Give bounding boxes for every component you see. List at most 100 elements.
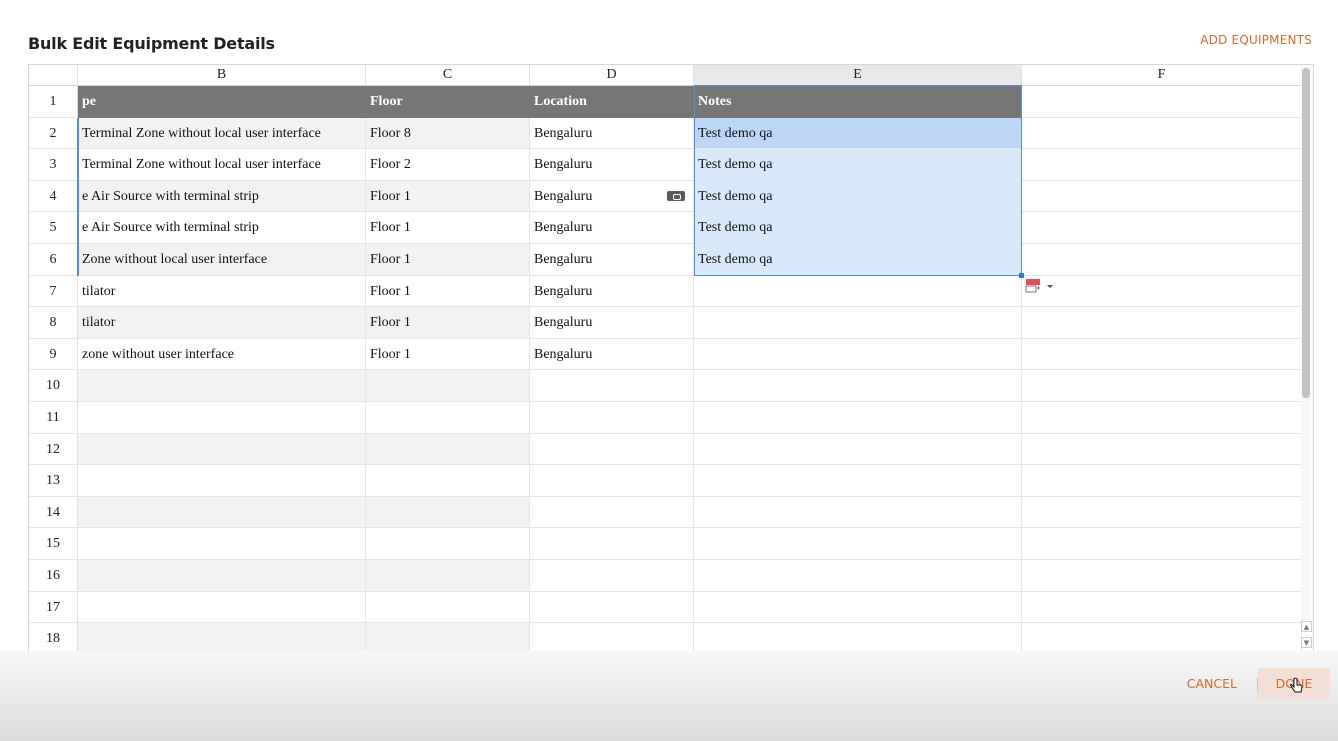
grid-cell[interactable] — [694, 433, 1022, 466]
grid-cell[interactable] — [1022, 591, 1302, 624]
paste-options-icon[interactable] — [667, 190, 685, 201]
grid-cell[interactable] — [78, 433, 366, 466]
row-header-9[interactable]: 9 — [29, 338, 78, 371]
table-cell[interactable] — [1022, 149, 1302, 181]
spreadsheet-grid[interactable]: B C D E F 1 pe Floor Location Notes 2 Terminal Zone… — [28, 64, 1314, 667]
table-cell[interactable]: Terminal Zone without local user interfa… — [78, 117, 366, 150]
row-header-5[interactable]: 5 — [29, 212, 78, 244]
grid-cell[interactable] — [78, 591, 366, 624]
grid-cell[interactable] — [366, 496, 530, 529]
grid-cell[interactable] — [366, 591, 530, 624]
grid-cell[interactable] — [694, 370, 1022, 402]
table-cell[interactable] — [1022, 212, 1302, 244]
grid-cell[interactable] — [694, 465, 1022, 497]
grid-cell[interactable] — [694, 402, 1022, 434]
table-cell[interactable]: Bengaluru — [530, 338, 694, 371]
table-cell[interactable]: Floor 1 — [366, 275, 530, 308]
table-cell[interactable]: Bengaluru — [530, 117, 694, 150]
table-cell[interactable] — [694, 275, 1022, 308]
table-cell[interactable] — [1022, 307, 1302, 339]
table-cell[interactable]: Test demo qa — [694, 212, 1022, 244]
table-cell[interactable]: Terminal Zone without local user interfa… — [78, 149, 366, 181]
grid-cell[interactable] — [366, 402, 530, 434]
column-header-e[interactable]: E — [694, 65, 1022, 86]
grid-cell[interactable] — [1022, 433, 1302, 466]
table-cell[interactable]: Floor 2 — [366, 149, 530, 181]
autofill-options-icon[interactable] — [1025, 278, 1057, 294]
grid-cell[interactable] — [694, 496, 1022, 529]
row-header-3[interactable]: 3 — [29, 149, 78, 181]
grid-cell[interactable] — [694, 528, 1022, 560]
table-cell[interactable]: Test demo qa — [694, 244, 1022, 276]
grid-cell[interactable] — [78, 402, 366, 434]
row-header-6[interactable]: 6 — [29, 244, 78, 276]
grid-cell[interactable] — [530, 433, 694, 466]
table-cell[interactable]: Bengaluru — [530, 275, 694, 308]
header-cell[interactable]: Floor — [366, 86, 530, 118]
column-header-f[interactable]: F — [1022, 65, 1302, 86]
table-cell[interactable] — [1022, 275, 1302, 308]
row-header-12[interactable]: 12 — [29, 433, 78, 466]
row-header-13[interactable]: 13 — [29, 465, 78, 497]
table-cell[interactable]: Floor 1 — [366, 212, 530, 244]
grid-cell[interactable] — [530, 465, 694, 497]
grid-cell[interactable] — [530, 560, 694, 592]
header-cell[interactable]: Notes — [694, 86, 1022, 118]
grid-cell[interactable] — [366, 370, 530, 402]
row-header-7[interactable]: 7 — [29, 275, 78, 308]
grid-cell[interactable] — [530, 402, 694, 434]
grid-cell[interactable] — [78, 496, 366, 529]
row-header-2[interactable]: 2 — [29, 117, 78, 150]
table-cell[interactable]: e Air Source with terminal strip — [78, 212, 366, 244]
table-cell[interactable]: Floor 1 — [366, 338, 530, 371]
grid-cell[interactable] — [1022, 560, 1302, 592]
table-cell[interactable]: Floor 1 — [366, 244, 530, 276]
row-header-8[interactable]: 8 — [29, 307, 78, 339]
vertical-scrollbar-thumb[interactable] — [1302, 68, 1310, 398]
header-cell[interactable]: Location — [530, 86, 694, 118]
grid-cell[interactable] — [78, 370, 366, 402]
fill-handle[interactable] — [1019, 272, 1024, 278]
grid-cell[interactable] — [1022, 465, 1302, 497]
grid-cell[interactable] — [1022, 402, 1302, 434]
table-cell[interactable]: Floor 1 — [366, 307, 530, 339]
add-equipments-button[interactable]: ADD EQUIPMENTS — [1200, 33, 1312, 47]
scroll-up-icon[interactable]: ▲ — [1301, 621, 1312, 632]
table-cell[interactable]: Test demo qa — [694, 149, 1022, 181]
table-cell[interactable]: Bengaluru — [530, 307, 694, 339]
grid-cell[interactable] — [78, 528, 366, 560]
table-cell[interactable] — [694, 338, 1022, 371]
grid-cell[interactable] — [1022, 370, 1302, 402]
row-header-11[interactable]: 11 — [29, 402, 78, 434]
grid-cell[interactable] — [366, 528, 530, 560]
row-header-16[interactable]: 16 — [29, 560, 78, 592]
grid-cell[interactable] — [530, 496, 694, 529]
table-cell[interactable] — [1022, 180, 1302, 213]
grid-cell[interactable] — [1022, 528, 1302, 560]
grid-cell[interactable] — [1022, 86, 1302, 118]
grid-cell[interactable] — [530, 528, 694, 560]
grid-cell[interactable] — [78, 560, 366, 592]
grid-cell[interactable] — [694, 591, 1022, 624]
table-cell[interactable] — [694, 307, 1022, 339]
column-header-c[interactable]: C — [366, 65, 530, 86]
table-cell[interactable] — [1022, 244, 1302, 276]
table-cell[interactable]: e Air Source with terminal strip — [78, 180, 366, 213]
table-cell[interactable] — [1022, 338, 1302, 371]
grid-cell[interactable] — [78, 465, 366, 497]
table-cell[interactable]: Bengaluru — [530, 244, 694, 276]
row-header-17[interactable]: 17 — [29, 591, 78, 624]
table-cell[interactable]: zone without user interface — [78, 338, 366, 371]
grid-cell[interactable] — [366, 465, 530, 497]
row-header-10[interactable]: 10 — [29, 370, 78, 402]
table-cell[interactable]: Floor 1 — [366, 180, 530, 213]
grid-cell[interactable] — [530, 591, 694, 624]
table-cell[interactable]: Bengaluru — [530, 149, 694, 181]
header-cell[interactable]: pe — [78, 86, 366, 118]
row-header-4[interactable]: 4 — [29, 180, 78, 213]
grid-cell[interactable] — [1022, 496, 1302, 529]
grid-cell[interactable] — [694, 560, 1022, 592]
table-cell[interactable]: Test demo qa — [694, 180, 1022, 213]
table-cell[interactable]: Floor 8 — [366, 117, 530, 150]
column-header-d[interactable]: D — [530, 65, 694, 86]
